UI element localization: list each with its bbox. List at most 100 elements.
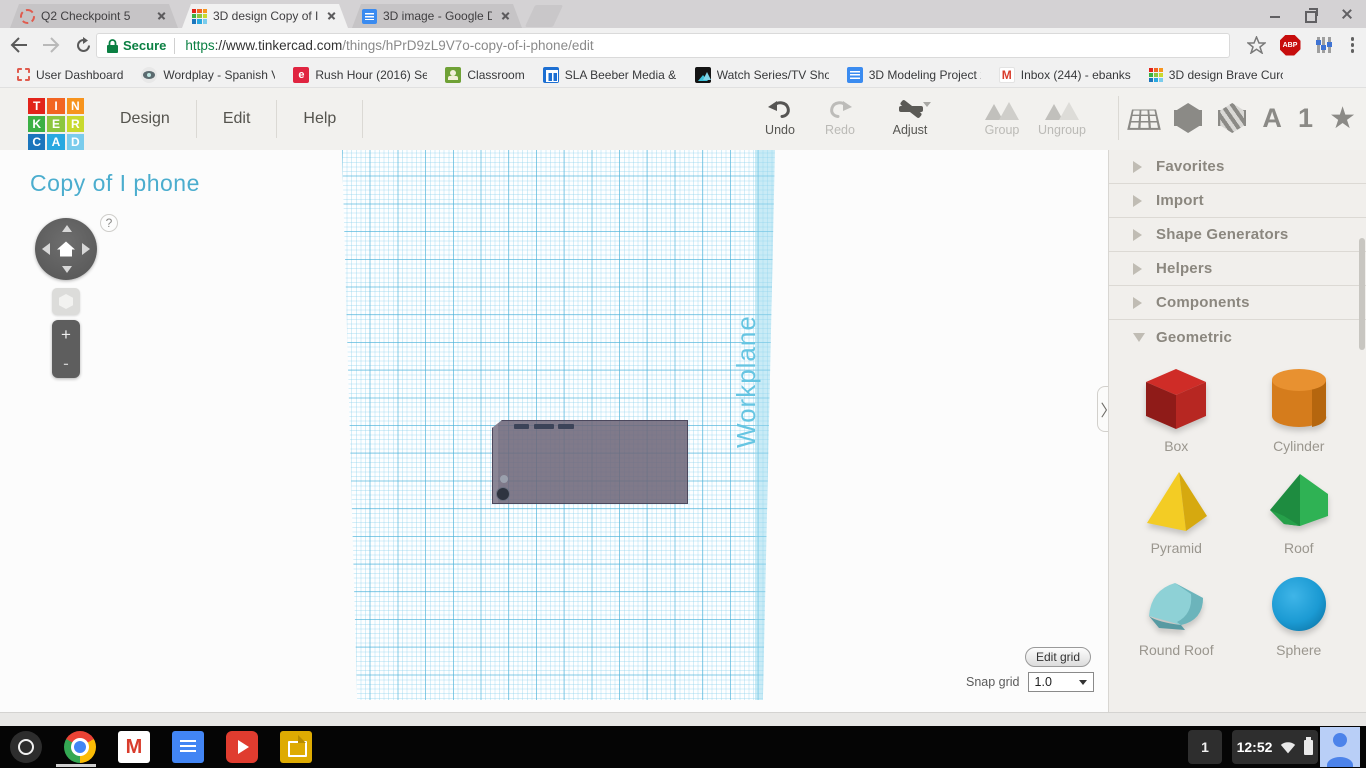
zoom-in-button[interactable]: + xyxy=(52,320,80,349)
redo-button[interactable]: Redo xyxy=(810,94,870,137)
shape-sphere[interactable]: Sphere xyxy=(1238,570,1361,658)
bookmark-3d-modeling[interactable]: 3D Modeling Project 2 xyxy=(838,64,990,86)
menu-design[interactable]: Design xyxy=(94,100,196,138)
category-geometric[interactable]: Geometric xyxy=(1109,320,1366,354)
new-tab-button[interactable] xyxy=(525,5,563,27)
shape-pyramid[interactable]: Pyramid xyxy=(1115,468,1238,556)
pyramid-icon xyxy=(1141,468,1211,534)
close-icon[interactable] xyxy=(324,8,340,24)
group-button[interactable]: Group xyxy=(972,94,1032,137)
category-helpers[interactable]: Helpers xyxy=(1109,252,1366,286)
forward-icon[interactable] xyxy=(38,32,64,58)
shape-cylinder[interactable]: Cylinder xyxy=(1238,366,1361,454)
tab-q2-checkpoint[interactable]: Q2 Checkpoint 5 xyxy=(10,4,178,28)
classroom-icon xyxy=(445,67,461,83)
snap-grid-label: Snap grid xyxy=(966,675,1020,689)
close-window-icon[interactable] xyxy=(1340,7,1354,21)
divider xyxy=(362,100,363,138)
undo-button[interactable]: Undo xyxy=(750,94,810,137)
table-icon xyxy=(543,67,559,83)
arrow-left-icon[interactable] xyxy=(42,243,50,255)
shape-roof[interactable]: Roof xyxy=(1238,468,1361,556)
text-tool-icon[interactable]: A xyxy=(1262,103,1282,134)
google-slides-icon[interactable] xyxy=(280,731,312,763)
home-view-icon[interactable] xyxy=(57,242,75,257)
minimize-icon[interactable] xyxy=(1268,7,1282,21)
fit-view-button[interactable] xyxy=(52,288,80,315)
bookmark-user-dashboard[interactable]: User Dashboard xyxy=(8,64,132,86)
user-avatar[interactable] xyxy=(1320,727,1360,767)
active-app-indicator xyxy=(56,764,96,767)
extension-sliders-icon[interactable] xyxy=(1315,36,1333,54)
bookmark-sla-beeber[interactable]: SLA Beeber Media & D xyxy=(534,64,686,86)
close-icon[interactable] xyxy=(154,8,170,24)
workplane-grid[interactable] xyxy=(342,150,775,700)
category-favorites[interactable]: Favorites xyxy=(1109,150,1366,184)
notification-badge[interactable]: 1 xyxy=(1188,730,1222,764)
bookmark-3d-design-brave[interactable]: 3D design Brave Curc xyxy=(1140,64,1292,86)
chevron-down-icon xyxy=(1079,680,1087,685)
category-components[interactable]: Components xyxy=(1109,286,1366,320)
bookmark-inbox[interactable]: M Inbox (244) - ebanks xyxy=(990,64,1140,86)
adblock-icon[interactable]: ABP xyxy=(1280,35,1301,56)
panel-collapse-button[interactable]: 〉 xyxy=(1097,386,1108,432)
favorites-star-icon[interactable]: ★ xyxy=(1329,101,1356,136)
bookmark-rush-hour[interactable]: e Rush Hour (2016) Se xyxy=(284,64,436,86)
chevron-right-icon xyxy=(1133,297,1142,309)
google-docs-icon[interactable] xyxy=(172,731,204,763)
edit-grid-button[interactable]: Edit grid xyxy=(1025,647,1091,667)
design-canvas[interactable]: Workplane Copy of I phone ? + - Edit gri… xyxy=(0,150,1108,712)
dashed-circle-favicon xyxy=(20,9,35,24)
help-button[interactable]: ? xyxy=(100,214,118,232)
back-icon[interactable] xyxy=(6,32,32,58)
taskbar: M 1 12:52 xyxy=(0,726,1366,768)
adjust-button[interactable]: Adjust xyxy=(870,94,950,137)
tab-title: 3D image - Google Docs xyxy=(383,9,492,23)
ungroup-button[interactable]: Ungroup xyxy=(1032,94,1092,137)
close-icon[interactable] xyxy=(498,8,514,24)
menu-help[interactable]: Help xyxy=(277,100,362,138)
tab-tinkercad-active[interactable]: 3D design Copy of I pho xyxy=(182,4,348,28)
chrome-icon[interactable] xyxy=(64,731,96,763)
gmail-icon[interactable]: M xyxy=(118,731,150,763)
number-tool-icon[interactable]: 1 xyxy=(1298,103,1313,134)
shape-box[interactable]: Box xyxy=(1115,366,1238,454)
wifi-icon xyxy=(1280,741,1296,754)
window-controls xyxy=(1268,0,1360,28)
reload-icon[interactable] xyxy=(70,32,96,58)
arrow-right-icon[interactable] xyxy=(82,243,90,255)
orbit-control[interactable] xyxy=(35,218,97,280)
taskbar-apps: M xyxy=(10,726,312,768)
address-bar[interactable]: Secure https://www.tinkercad.com/things/… xyxy=(96,33,1230,58)
launcher-icon[interactable] xyxy=(10,731,42,763)
status-tray[interactable]: 12:52 xyxy=(1232,730,1318,764)
iphone-model[interactable] xyxy=(492,420,688,504)
shape-round-roof[interactable]: Round Roof xyxy=(1115,570,1238,658)
arrow-down-icon[interactable] xyxy=(62,266,72,273)
tab-google-docs[interactable]: 3D image - Google Docs xyxy=(352,4,522,28)
roof-icon xyxy=(1264,468,1334,534)
zoom-out-button[interactable]: - xyxy=(52,349,80,378)
snap-grid-select[interactable]: 1.0 xyxy=(1028,672,1094,692)
hole-box-icon[interactable] xyxy=(1218,103,1246,133)
scrollbar-thumb[interactable] xyxy=(1359,238,1365,350)
bookmark-classroom[interactable]: Classroom xyxy=(436,64,533,86)
bookmark-watch-series[interactable]: Watch Series/TV Sho xyxy=(686,64,838,86)
chrome-menu-icon[interactable] xyxy=(1347,37,1359,53)
bookmark-wordplay[interactable]: Wordplay - Spanish V xyxy=(132,64,284,86)
workplane-icon[interactable] xyxy=(1130,104,1158,132)
cube-icon xyxy=(59,294,73,309)
bookmark-star-icon[interactable] xyxy=(1247,36,1266,54)
category-shape-generators[interactable]: Shape Generators xyxy=(1109,218,1366,252)
restore-icon[interactable] xyxy=(1304,7,1318,21)
youtube-icon[interactable] xyxy=(226,731,258,763)
tinkercad-logo[interactable]: T I N K E R C A D xyxy=(28,98,84,150)
solid-box-icon[interactable] xyxy=(1174,103,1202,133)
arrow-up-icon[interactable] xyxy=(62,225,72,232)
menu-edit[interactable]: Edit xyxy=(197,100,277,138)
category-import[interactable]: Import xyxy=(1109,184,1366,218)
address-bar-actions: ABP xyxy=(1247,28,1359,62)
gmail-icon: M xyxy=(999,67,1015,83)
tinkercad-header: T I N K E R C A D Design Edit Help Undo xyxy=(0,88,1366,150)
chevron-right-icon xyxy=(1133,229,1142,241)
